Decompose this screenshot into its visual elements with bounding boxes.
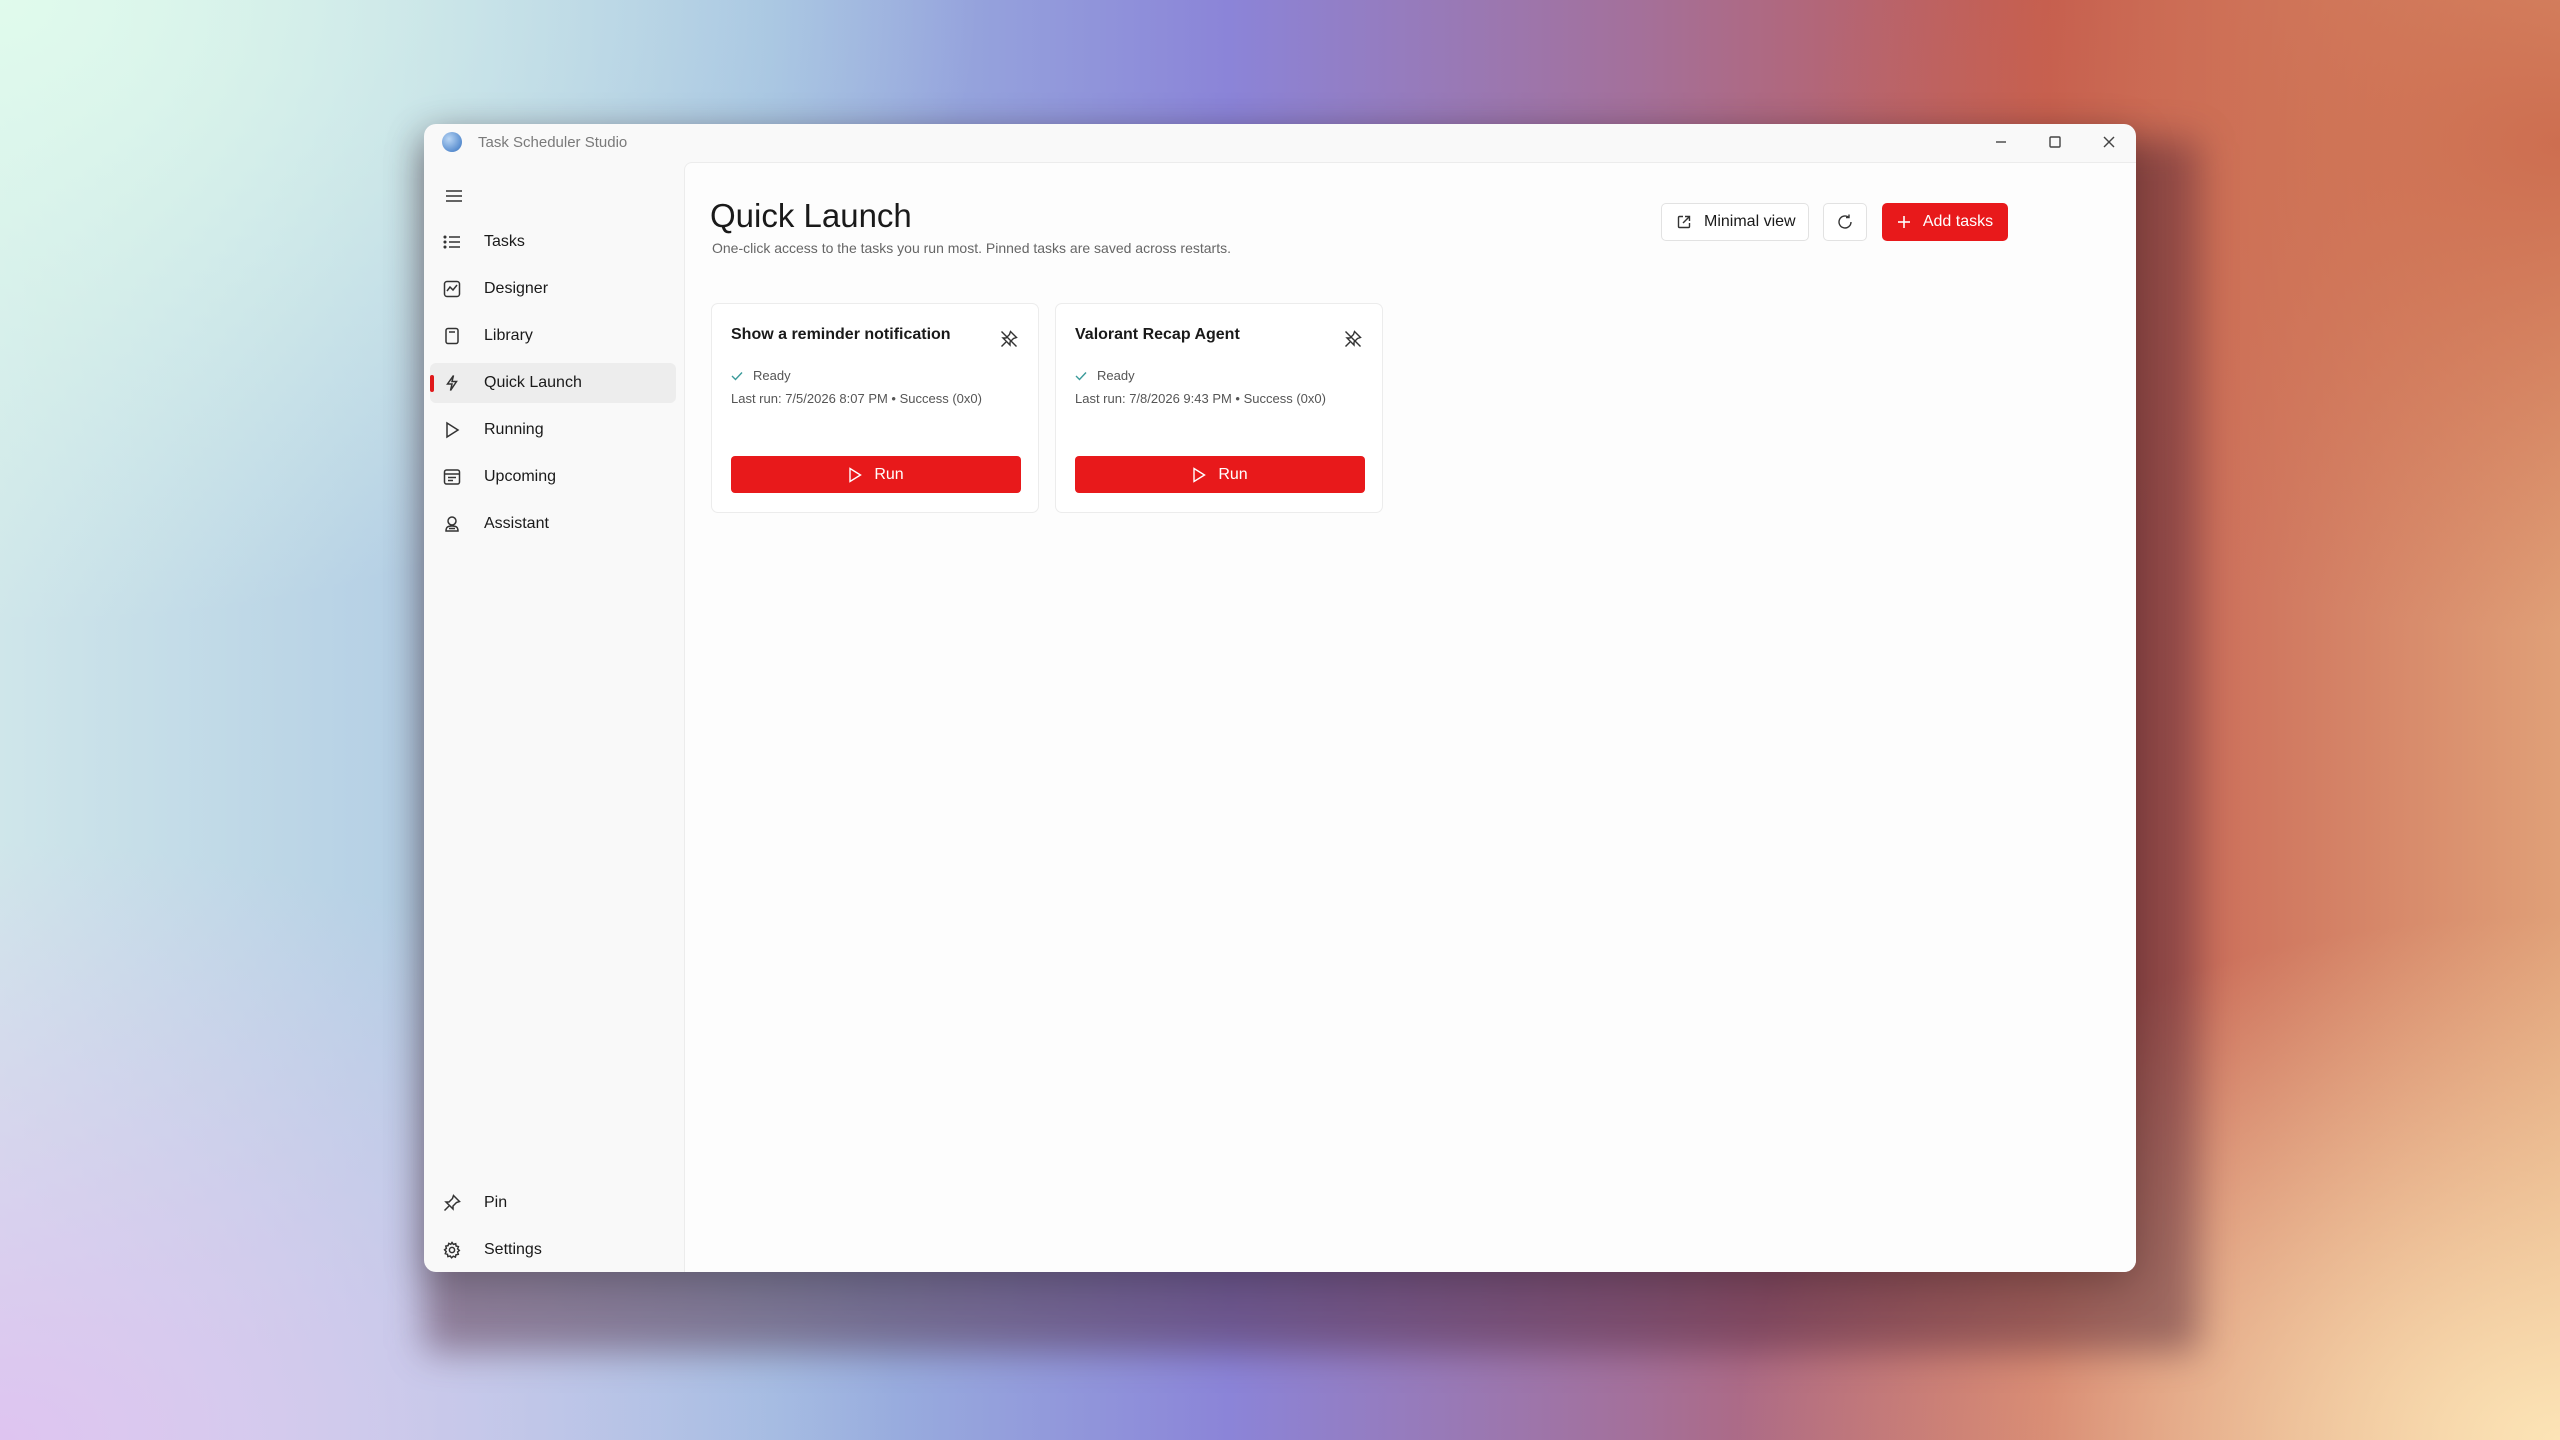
status-text: Ready [753, 368, 791, 383]
sidebar-item-pin[interactable]: Pin [430, 1183, 676, 1223]
maximize-button[interactable] [2028, 124, 2082, 160]
calendar-icon [442, 467, 462, 487]
run-label: Run [1218, 465, 1248, 483]
close-icon [2103, 136, 2115, 148]
run-label: Run [874, 465, 904, 483]
page-subtitle: One-click access to the tasks you run mo… [712, 240, 1231, 256]
active-indicator [430, 375, 434, 392]
close-button[interactable] [2082, 124, 2136, 160]
refresh-button[interactable] [1823, 203, 1867, 241]
minimize-icon [1996, 141, 2006, 143]
task-card-title: Valorant Recap Agent [1075, 326, 1240, 343]
run-button[interactable]: Run [731, 456, 1021, 493]
check-icon [731, 371, 743, 381]
hamburger-icon [446, 190, 462, 202]
task-card: Show a reminder notification Ready Last … [711, 303, 1039, 513]
add-tasks-label: Add tasks [1922, 213, 1994, 230]
pin-icon [442, 1193, 462, 1213]
external-window-icon [1676, 214, 1692, 230]
sidebar-item-assistant[interactable]: Assistant [430, 504, 676, 544]
sidebar-item-label: Running [484, 421, 544, 438]
sidebar-item-tasks[interactable]: Tasks [430, 222, 676, 262]
unpin-icon [1001, 330, 1018, 347]
gear-icon [442, 1240, 462, 1260]
refresh-icon [1838, 214, 1852, 229]
page-title: Quick Launch [710, 197, 912, 234]
unpin-button[interactable] [1342, 328, 1364, 350]
sidebar-item-upcoming[interactable]: Upcoming [430, 457, 676, 497]
status-text: Ready [1097, 368, 1135, 383]
run-button[interactable]: Run [1075, 456, 1365, 493]
sidebar-item-label: Settings [484, 1241, 542, 1258]
task-card: Valorant Recap Agent Ready Last run: 7/8… [1055, 303, 1383, 513]
sidebar-item-label: Library [484, 327, 533, 344]
play-icon [442, 420, 462, 440]
play-icon [848, 466, 863, 483]
task-card-title: Show a reminder notification [731, 326, 951, 343]
app-logo-icon [442, 132, 462, 152]
sidebar: Tasks Designer Library Quick Launch Runn… [424, 160, 682, 1272]
lightning-icon [442, 373, 462, 393]
app-title: Task Scheduler Studio [478, 134, 628, 151]
minimal-view-button[interactable]: Minimal view [1661, 203, 1809, 241]
plus-icon [1897, 215, 1911, 229]
title-bar[interactable]: Task Scheduler Studio [424, 124, 2136, 160]
sidebar-item-label: Designer [484, 280, 549, 297]
sidebar-item-settings[interactable]: Settings [430, 1230, 676, 1270]
menu-toggle-button[interactable] [434, 178, 474, 214]
sidebar-item-library[interactable]: Library [430, 316, 676, 356]
sidebar-item-label: Assistant [484, 515, 549, 532]
sidebar-item-label: Tasks [484, 233, 525, 250]
sidebar-item-quick-launch[interactable]: Quick Launch [430, 363, 676, 403]
check-icon [1075, 371, 1087, 381]
task-status: Ready [1075, 368, 1135, 383]
maximize-icon [2049, 136, 2061, 148]
sidebar-item-designer[interactable]: Designer [430, 269, 676, 309]
unpin-icon [1345, 330, 1362, 347]
sidebar-item-label: Quick Launch [484, 374, 582, 391]
play-icon [1192, 466, 1207, 483]
task-status: Ready [731, 368, 791, 383]
list-icon [442, 232, 462, 252]
sidebar-item-running[interactable]: Running [430, 410, 676, 450]
last-run-info: Last run: 7/5/2026 8:07 PM • Success (0x… [731, 391, 982, 406]
sidebar-item-label: Upcoming [484, 468, 557, 485]
minimal-view-label: Minimal view [1704, 213, 1796, 230]
unpin-button[interactable] [998, 328, 1020, 350]
assistant-icon [442, 514, 462, 534]
library-icon [442, 326, 462, 346]
app-window: Task Scheduler Studio Tasks Designer Lib… [424, 124, 2136, 1272]
add-tasks-button[interactable]: Add tasks [1882, 203, 2008, 241]
last-run-info: Last run: 7/8/2026 9:43 PM • Success (0x… [1075, 391, 1326, 406]
minimize-button[interactable] [1974, 124, 2028, 160]
main-content: Quick Launch One-click access to the tas… [684, 162, 2136, 1272]
sidebar-item-label: Pin [484, 1194, 508, 1211]
designer-icon [442, 279, 462, 299]
